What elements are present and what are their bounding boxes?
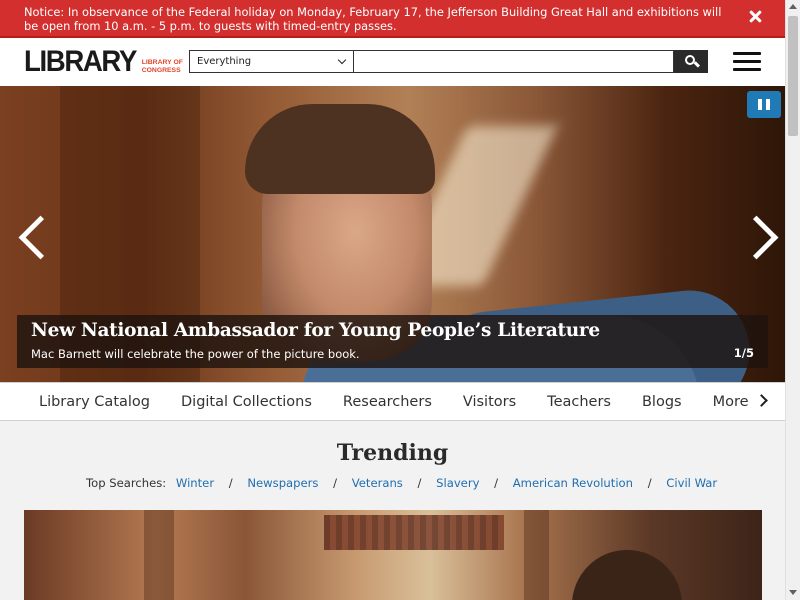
- section-tabs: Library Catalog Digital Collections Rese…: [0, 382, 785, 421]
- search-link-veterans[interactable]: Veterans: [352, 476, 403, 490]
- feature-photo-column: [144, 510, 174, 600]
- separator: /: [494, 476, 499, 490]
- search-link-american-revolution[interactable]: American Revolution: [513, 476, 633, 490]
- hero-photo-hair: [245, 104, 435, 194]
- trending-feature-image[interactable]: [24, 510, 762, 600]
- tab-more[interactable]: More: [697, 394, 764, 410]
- scroll-thumb[interactable]: [788, 16, 798, 136]
- chevron-down-icon: [337, 55, 347, 65]
- scroll-down-icon[interactable]: [789, 590, 797, 595]
- tab-teachers[interactable]: Teachers: [531, 394, 626, 410]
- separator: /: [417, 476, 422, 490]
- page-scrollbar[interactable]: [785, 0, 800, 600]
- tab-digital-collections[interactable]: Digital Collections: [165, 394, 327, 410]
- pause-icon[interactable]: [747, 91, 781, 118]
- tab-library-catalog[interactable]: Library Catalog: [23, 394, 165, 410]
- tab-visitors[interactable]: Visitors: [447, 394, 531, 410]
- feature-photo-person: [572, 550, 682, 600]
- search-button[interactable]: [674, 50, 708, 73]
- hero-subtitle: Mac Barnett will celebrate the power of …: [31, 347, 360, 361]
- search-link-winter[interactable]: Winter: [176, 476, 214, 490]
- separator: /: [647, 476, 652, 490]
- search-link-newspapers[interactable]: Newspapers: [247, 476, 318, 490]
- hero-title[interactable]: New National Ambassador for Young People…: [31, 320, 754, 342]
- chevron-left-icon[interactable]: [12, 206, 52, 266]
- top-searches: Top Searches: Winter / Newspapers / Vete…: [86, 476, 717, 490]
- tab-researchers[interactable]: Researchers: [327, 394, 447, 410]
- search-input[interactable]: [353, 50, 674, 73]
- slide-counter: 1/5: [733, 346, 754, 360]
- search-link-civil-war[interactable]: Civil War: [666, 476, 717, 490]
- hero-caption[interactable]: New National Ambassador for Young People…: [17, 315, 768, 368]
- library-logo[interactable]: LIBRARY LIBRARY OF CONGRESS: [24, 46, 202, 78]
- scroll-up-icon[interactable]: [789, 4, 797, 9]
- separator: /: [228, 476, 233, 490]
- site-header: LIBRARY LIBRARY OF CONGRESS Everything: [0, 38, 785, 86]
- search-scope-value: Everything: [197, 56, 252, 67]
- trending-heading: Trending: [336, 440, 449, 466]
- hamburger-menu-icon[interactable]: [733, 52, 761, 72]
- top-searches-label: Top Searches:: [86, 476, 167, 490]
- search-link-slavery[interactable]: Slavery: [436, 476, 479, 490]
- feature-photo-shelf: [324, 515, 504, 550]
- hero-carousel: New National Ambassador for Young People…: [0, 86, 785, 382]
- notice-banner: Notice: In observance of the Federal hol…: [0, 0, 785, 38]
- logo-wordmark: LIBRARY: [24, 45, 137, 78]
- separator: /: [333, 476, 338, 490]
- feature-photo-column: [524, 510, 549, 600]
- chevron-right-icon[interactable]: [738, 206, 778, 266]
- search-icon-handle: [693, 61, 701, 68]
- notice-text: Notice: In observance of the Federal hol…: [24, 5, 722, 33]
- search-scope-select[interactable]: Everything: [189, 50, 354, 73]
- tab-blogs[interactable]: Blogs: [626, 394, 697, 410]
- close-icon[interactable]: [747, 9, 763, 25]
